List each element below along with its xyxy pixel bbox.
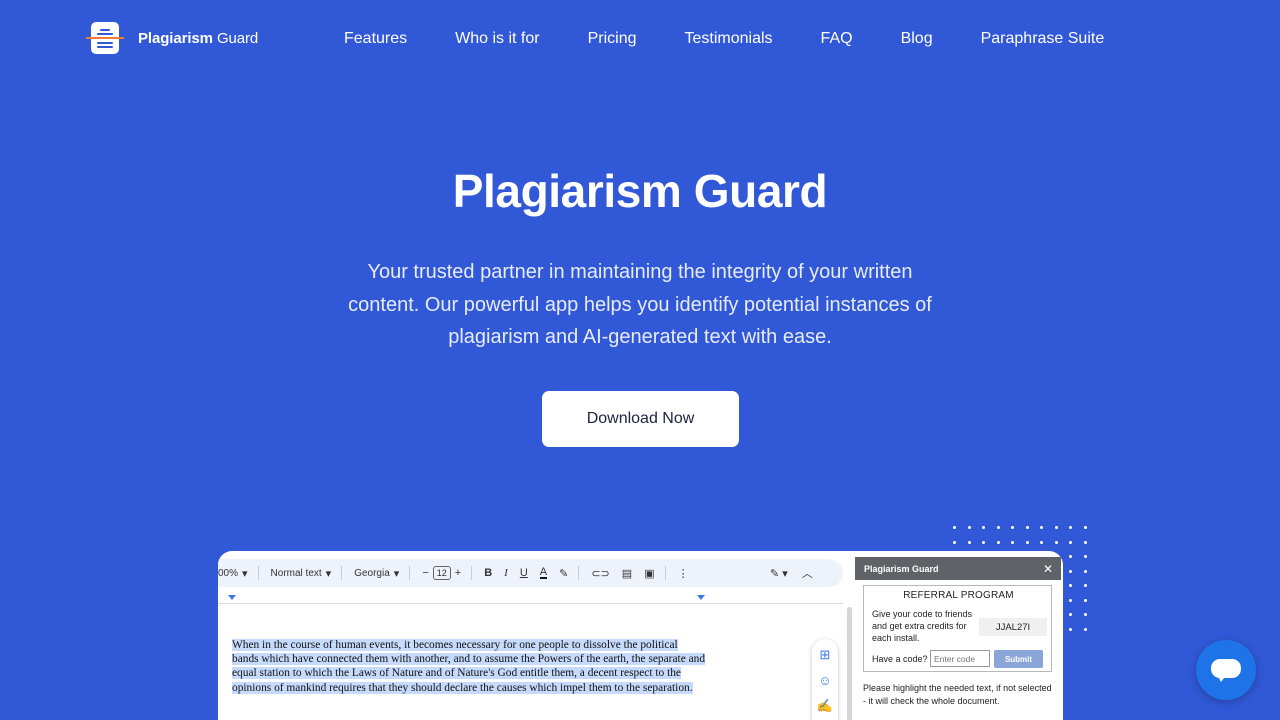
decorative-dot — [953, 526, 956, 529]
caret-down-icon: ▾ — [393, 567, 400, 580]
nav-features[interactable]: Features — [344, 30, 407, 48]
close-icon[interactable]: ✕ — [1043, 562, 1053, 576]
comment-icon[interactable]: ▤ — [622, 567, 632, 580]
bold-icon[interactable]: B — [484, 567, 492, 579]
nav-testimonials[interactable]: Testimonials — [685, 30, 773, 48]
have-code-label: Have a code? — [872, 654, 928, 664]
edit-mode-icon[interactable]: ✎ ▾ — [770, 567, 788, 580]
nav-pricing[interactable]: Pricing — [588, 30, 637, 48]
nav-faq[interactable]: FAQ — [821, 30, 853, 48]
main-nav: Features Who is it for Pricing Testimoni… — [344, 30, 1104, 48]
decorative-dot — [996, 540, 1000, 544]
more-icon[interactable]: ⋮ — [678, 567, 689, 580]
docs-toolbar-right: ✎ ▾ ︿ — [770, 559, 813, 587]
side-tools: ⊞ ☺ ✍ — [812, 639, 838, 720]
suggest-edit-icon[interactable]: ✍ — [817, 698, 833, 714]
decorative-dot — [1069, 569, 1072, 573]
decorative-dot — [1069, 613, 1072, 616]
decorative-dot — [1069, 627, 1072, 631]
link-icon[interactable]: ⊂⊃ — [591, 567, 609, 580]
chat-widget-button[interactable] — [1196, 640, 1256, 700]
document-text[interactable]: When in the course of human events, it b… — [232, 638, 707, 695]
style-select[interactable]: Normal text ▾ — [271, 567, 332, 580]
emoji-icon[interactable]: ☺ — [818, 673, 831, 688]
underline-icon[interactable]: U — [520, 567, 528, 579]
brand-name: Plagiarism Guard — [138, 29, 259, 47]
plus-icon[interactable]: + — [455, 567, 461, 579]
referral-program-box: REFERRAL PROGRAM Give your code to frien… — [863, 585, 1052, 672]
decorative-dot — [1054, 540, 1058, 544]
indent-marker-icon[interactable] — [697, 595, 705, 600]
hero-title: Plagiarism Guard — [452, 165, 828, 217]
caret-down-icon: ▾ — [325, 567, 332, 580]
referral-description: Give your code to friends and get extra … — [872, 609, 973, 643]
decorative-dot — [1069, 526, 1072, 529]
decorative-dot — [953, 540, 956, 544]
indent-marker-icon[interactable] — [228, 595, 236, 600]
text-color-icon[interactable]: A — [539, 567, 548, 579]
referral-code[interactable]: JJAL27I — [979, 618, 1047, 636]
nav-paraphrase-suite[interactable]: Paraphrase Suite — [981, 30, 1105, 48]
highlight-pen-icon[interactable]: ✎ — [559, 567, 568, 580]
panel-header: Plagiarism Guard ✕ — [855, 557, 1061, 580]
app-preview: 00% ▾ Normal text ▾ Georgia ▾ −12 + B I U A … — [218, 551, 1063, 720]
decorative-dot — [1083, 540, 1087, 544]
docs-toolbar: 00% ▾ Normal text ▾ Georgia ▾ −12 + B I U A … — [218, 559, 843, 587]
font-size-control[interactable]: −12 + — [422, 566, 461, 580]
decorative-dot — [982, 540, 985, 544]
decorative-dot — [1040, 526, 1043, 529]
decorative-dot — [1069, 584, 1072, 587]
download-now-button[interactable]: Download Now — [542, 391, 739, 447]
referral-title: REFERRAL PROGRAM — [903, 590, 1014, 601]
plagiarism-guard-panel: Plagiarism Guard ✕ REFERRAL PROGRAM Give… — [855, 557, 1061, 720]
decorative-dot — [1083, 613, 1087, 616]
decorative-dot — [967, 526, 971, 529]
referral-code-input[interactable] — [930, 650, 990, 667]
decorative-dot — [982, 526, 985, 529]
brand-logo[interactable]: Plagiarism Guard — [86, 20, 258, 56]
decorative-dot — [1083, 627, 1087, 631]
font-select[interactable]: Georgia ▾ — [354, 567, 399, 580]
decorative-dot — [1040, 540, 1043, 544]
decorative-dot — [1025, 540, 1029, 544]
decorative-dot — [1083, 569, 1087, 573]
hero-subtitle: Your trusted partner in maintaining the … — [348, 261, 932, 348]
decorative-dot — [1025, 526, 1029, 529]
nav-who-is-it-for[interactable]: Who is it for — [455, 30, 539, 48]
decorative-dot — [1083, 598, 1087, 602]
zoom-select[interactable]: 00% ▾ — [218, 567, 248, 580]
document-scan-icon — [86, 20, 124, 56]
decorative-dot — [1069, 598, 1072, 602]
minus-icon[interactable]: − — [422, 567, 428, 579]
caret-down-icon: ▾ — [242, 567, 248, 580]
decorative-dot — [1011, 526, 1014, 529]
document-scrollbar[interactable] — [847, 607, 852, 720]
add-comment-icon[interactable]: ⊞ — [820, 647, 831, 663]
nav-blog[interactable]: Blog — [901, 30, 933, 48]
instructions-note: Please highlight the needed text, if not… — [863, 683, 1052, 706]
decorative-dot — [1054, 526, 1058, 529]
decorative-dot — [1011, 540, 1014, 544]
decorative-dot — [967, 540, 971, 544]
decorative-dot — [996, 526, 1000, 529]
decorative-dot — [1083, 555, 1087, 558]
italic-icon[interactable]: I — [504, 567, 508, 579]
decorative-dot — [1069, 540, 1072, 544]
panel-title: Plagiarism Guard — [864, 563, 939, 574]
submit-code-button[interactable]: Submit — [994, 650, 1043, 668]
ruler — [218, 595, 843, 604]
decorative-dot — [1069, 555, 1072, 558]
image-icon[interactable]: ▣ — [644, 567, 654, 580]
decorative-dot — [1083, 526, 1087, 529]
decorative-dot — [1083, 584, 1087, 587]
chevron-up-icon[interactable]: ︿ — [802, 565, 813, 581]
